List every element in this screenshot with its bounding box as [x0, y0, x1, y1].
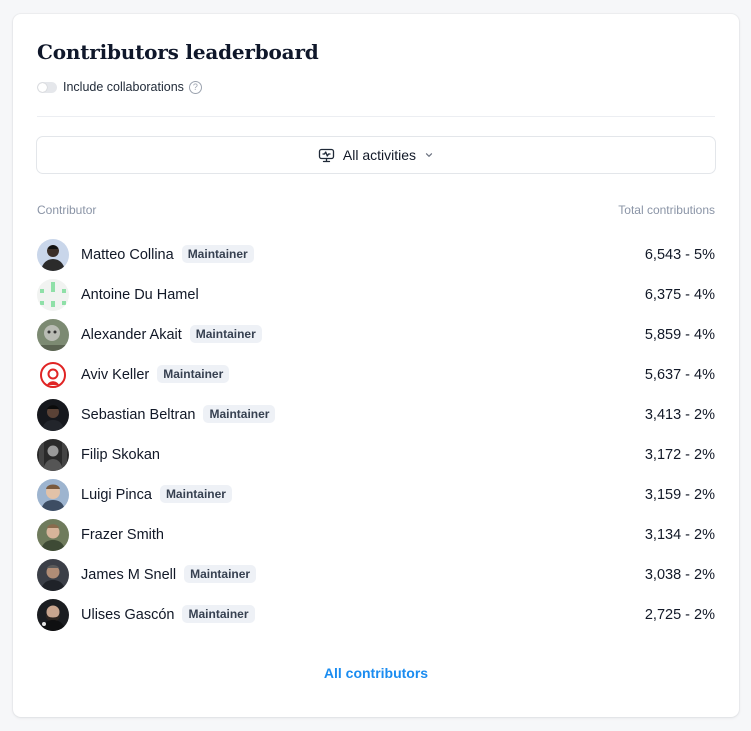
contribution-stat: 3,159 - 2%: [644, 487, 715, 503]
help-icon[interactable]: ?: [188, 80, 202, 94]
contribution-stat: 5,637 - 4%: [644, 367, 715, 383]
contributor-name[interactable]: Alexander Akait: [81, 327, 182, 343]
activity-icon: [318, 148, 335, 163]
contribution-stat: 3,413 - 2%: [644, 407, 715, 423]
activities-dropdown[interactable]: All activities: [36, 136, 716, 174]
maintainer-badge: Maintainer: [184, 565, 257, 583]
chevron-down-icon: [424, 150, 434, 160]
divider: [37, 116, 715, 117]
contributor-name[interactable]: Aviv Keller: [81, 367, 149, 383]
maintainer-badge: Maintainer: [182, 605, 255, 623]
contributor-name[interactable]: Sebastian Beltran: [81, 407, 195, 423]
maintainer-badge: Maintainer: [189, 325, 262, 343]
contributor-name[interactable]: Frazer Smith: [81, 527, 164, 543]
contribution-stat: 5,859 - 4%: [644, 327, 715, 343]
contributor-row[interactable]: Filip Skokan 3,172 - 2%: [37, 435, 715, 475]
contributor-list: Matteo Collina Maintainer 6,543 - 5% Ant…: [37, 235, 715, 635]
toggle-knob: [38, 82, 47, 92]
contributor-row[interactable]: Frazer Smith 3,134 - 2%: [37, 515, 715, 555]
avatar: [37, 319, 69, 351]
avatar: [37, 519, 69, 551]
contribution-stat: 2,725 - 2%: [644, 607, 715, 623]
maintainer-badge: Maintainer: [181, 245, 254, 263]
contribution-stat: 3,038 - 2%: [644, 567, 715, 583]
contributor-row[interactable]: Ulises Gascón Maintainer 2,725 - 2%: [37, 595, 715, 635]
contributor-row[interactable]: Luigi Pinca Maintainer 3,159 - 2%: [37, 475, 715, 515]
avatar: [37, 479, 69, 511]
avatar: [37, 599, 69, 631]
leaderboard-card: Contributors leaderboard Include collabo…: [13, 14, 739, 717]
dropdown-label: All activities: [342, 147, 417, 163]
contributor-name[interactable]: Matteo Collina: [81, 247, 174, 263]
contributor-row[interactable]: Sebastian Beltran Maintainer 3,413 - 2%: [37, 395, 715, 435]
contributor-row[interactable]: Antoine Du Hamel 6,375 - 4%: [37, 275, 715, 315]
contributor-name[interactable]: Ulises Gascón: [81, 607, 174, 623]
collaborations-toggle[interactable]: [37, 81, 57, 93]
contributor-row[interactable]: Alexander Akait Maintainer 5,859 - 4%: [37, 315, 715, 355]
contribution-stat: 3,172 - 2%: [644, 447, 715, 463]
avatar: [37, 359, 69, 391]
maintainer-badge: Maintainer: [157, 365, 230, 383]
contributor-name[interactable]: Filip Skokan: [81, 447, 160, 463]
avatar: [37, 439, 69, 471]
contributor-name[interactable]: James M Snell: [81, 567, 176, 583]
contributor-name[interactable]: Luigi Pinca: [81, 487, 152, 503]
contribution-stat: 6,375 - 4%: [644, 287, 715, 303]
contribution-stat: 3,134 - 2%: [644, 527, 715, 543]
avatar: [37, 279, 69, 311]
contribution-stat: 6,543 - 5%: [644, 247, 715, 263]
card-title: Contributors leaderboard: [37, 40, 319, 64]
contributor-row[interactable]: James M Snell Maintainer 3,038 - 2%: [37, 555, 715, 595]
maintainer-badge: Maintainer: [159, 485, 232, 503]
avatar: [37, 559, 69, 591]
collaborations-toggle-row: Include collaborations ?: [37, 79, 202, 95]
all-contributors-link[interactable]: All contributors: [13, 665, 739, 681]
contributor-row[interactable]: Matteo Collina Maintainer 6,543 - 5%: [37, 235, 715, 275]
contributor-row[interactable]: Aviv Keller Maintainer 5,637 - 4%: [37, 355, 715, 395]
toggle-label: Include collaborations: [63, 80, 184, 94]
maintainer-badge: Maintainer: [203, 405, 276, 423]
avatar: [37, 399, 69, 431]
avatar: [37, 239, 69, 271]
column-header-contributor: Contributor: [37, 203, 97, 217]
column-header-total: Total contributions: [618, 203, 715, 217]
contributor-name[interactable]: Antoine Du Hamel: [81, 287, 199, 303]
